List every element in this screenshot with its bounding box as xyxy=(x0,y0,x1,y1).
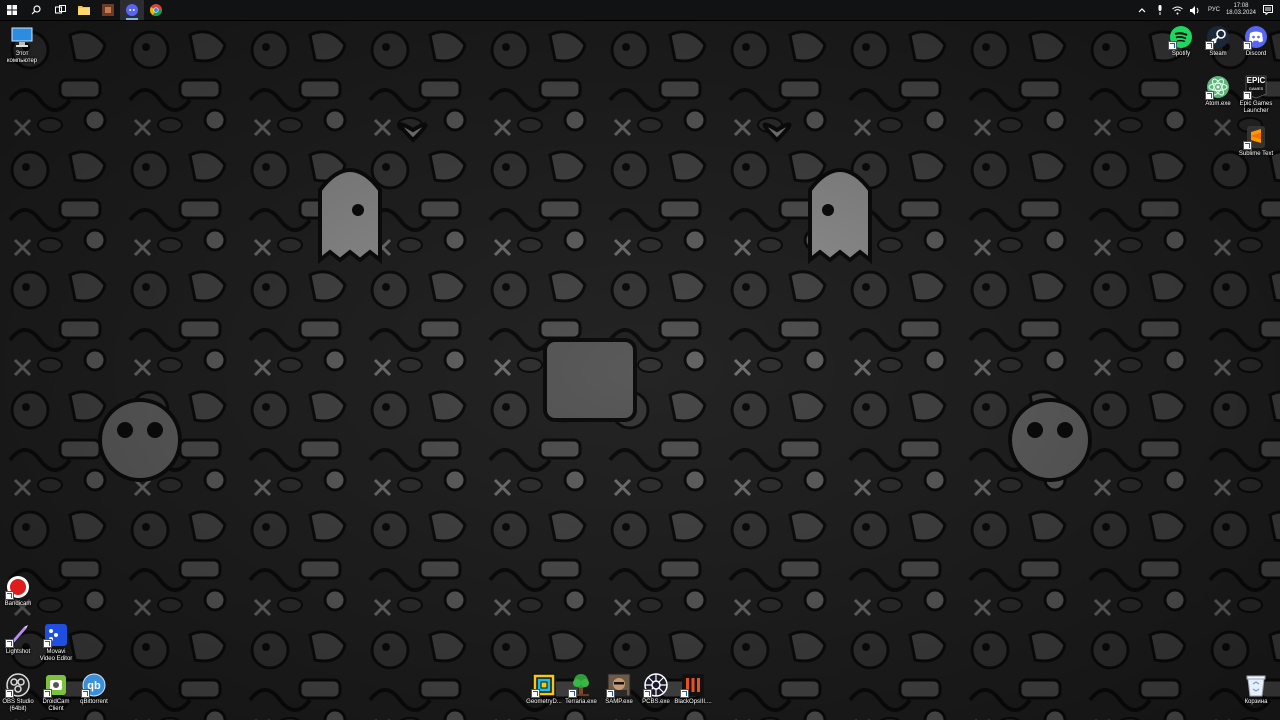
geometry-dash-icon xyxy=(531,672,557,698)
desktop-icon-label: Lightshot xyxy=(5,649,31,655)
taskbar: РУС 17:08 18.03.2024 xyxy=(0,0,1280,21)
desktop-icon-label: Terraria.exe xyxy=(565,699,597,705)
volume-icon[interactable] xyxy=(1190,4,1202,16)
windows-start-icon[interactable] xyxy=(0,0,24,20)
obs-icon xyxy=(5,672,31,698)
epic-logo-text: EPIC xyxy=(1246,76,1266,85)
desktop-icon-label: BlackOpsIII.... xyxy=(674,699,712,705)
desktop-icon-label: PCBS.exe xyxy=(642,699,670,705)
task-view-icon[interactable] xyxy=(48,0,72,20)
desktop-icon-epic-games[interactable]: EPIC GAMES Epic Games Launcher xyxy=(1234,74,1278,115)
chrome-icon[interactable] xyxy=(144,0,168,20)
desktop-icon-label: Atom.exe xyxy=(1205,101,1231,107)
search-icon[interactable] xyxy=(24,0,48,20)
desktop-wallpaper xyxy=(0,20,1280,720)
lightshot-icon xyxy=(5,622,31,648)
desktop-icon-label: qBittorrent xyxy=(80,699,108,705)
spotify-icon xyxy=(1168,24,1194,50)
recycle-bin-icon xyxy=(1243,672,1269,698)
desktop-icon-label: SAMP.exe xyxy=(605,699,633,705)
clock-time: 17:08 xyxy=(1233,3,1249,9)
wifi-icon[interactable] xyxy=(1172,4,1184,16)
desktop-icon-label: Sublime Text xyxy=(1238,151,1274,157)
doodle-pattern xyxy=(0,20,1280,720)
desktop-icon-recycle-bin[interactable]: Корзина xyxy=(1234,672,1278,706)
microphone-icon[interactable] xyxy=(1154,4,1166,16)
desktop-icon-label: Spotify xyxy=(1171,51,1191,57)
terraria-icon xyxy=(568,672,594,698)
desktop-icon-movavi[interactable]: Movavi Video Editor xyxy=(34,622,78,663)
system-tray: РУС 17:08 18.03.2024 xyxy=(1136,0,1280,20)
steam-icon xyxy=(1205,24,1231,50)
desktop-icon-label: Корзина xyxy=(1244,699,1268,705)
desktop-icon-label: GeometryD... xyxy=(526,699,562,705)
atom-icon xyxy=(1205,74,1231,100)
desktop-icon-label: Movavi Video Editor xyxy=(39,649,73,662)
clock[interactable]: 17:08 18.03.2024 xyxy=(1226,3,1256,17)
desktop-icon-label: Этот компьютер xyxy=(6,51,38,64)
droidcam-icon xyxy=(43,672,69,698)
desktop-icon-label: DroidCam Client xyxy=(42,699,70,712)
computer-icon xyxy=(9,24,35,50)
desktop-icon-discord[interactable]: Discord xyxy=(1234,24,1278,58)
discord-taskbar-icon[interactable] xyxy=(120,0,144,20)
black-ops-icon xyxy=(680,672,706,698)
bandicam-icon xyxy=(5,574,31,600)
desktop-icon-label: Steam xyxy=(1209,51,1227,57)
desktop-icon-label: OBS Studio (64bit) xyxy=(2,699,34,712)
language-indicator[interactable]: РУС xyxy=(1208,7,1220,13)
chevron-up-icon[interactable] xyxy=(1136,4,1148,16)
desktop-icon-black-ops[interactable]: BlackOpsIII.... xyxy=(671,672,715,706)
desktop-icon-qbittorrent[interactable]: qb qBittorrent xyxy=(72,672,116,706)
discord-icon xyxy=(1243,24,1269,50)
notification-center-icon[interactable] xyxy=(1262,4,1274,16)
qbittorrent-icon: qb xyxy=(81,672,107,698)
terraria-taskbar-icon[interactable] xyxy=(96,0,120,20)
samp-icon xyxy=(606,672,632,698)
desktop-icon-bandicam[interactable]: Bandicam xyxy=(0,574,40,608)
desktop-icon-this-pc[interactable]: Этот компьютер xyxy=(0,24,44,65)
epic-games-icon: EPIC GAMES xyxy=(1243,74,1269,100)
movavi-icon xyxy=(43,622,69,648)
pcbs-icon xyxy=(643,672,669,698)
file-explorer-icon[interactable] xyxy=(72,0,96,20)
desktop-icon-label: Bandicam xyxy=(4,601,32,607)
clock-date: 18.03.2024 xyxy=(1225,10,1256,16)
desktop-icon-label: Discord xyxy=(1245,51,1267,57)
sublime-text-icon xyxy=(1243,124,1269,150)
desktop-icon-label: Epic Games Launcher xyxy=(1239,101,1273,114)
desktop-icon-sublime-text[interactable]: Sublime Text xyxy=(1234,124,1278,158)
taskbar-pinned xyxy=(0,0,168,20)
